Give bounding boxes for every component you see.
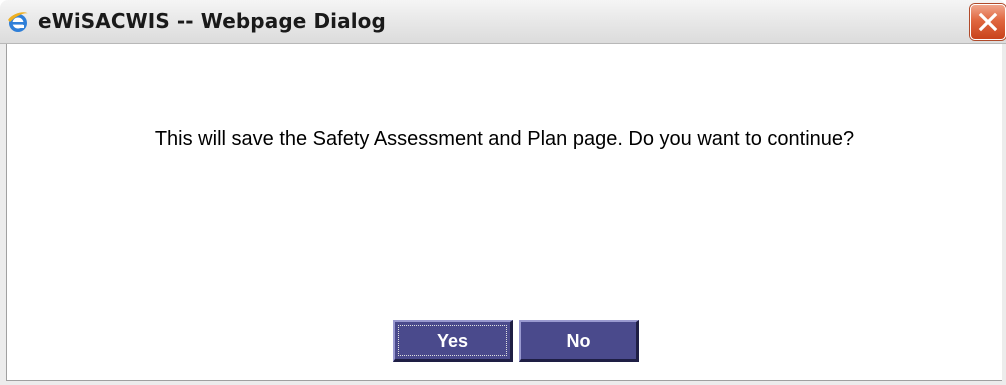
yes-button-label: Yes	[436, 330, 469, 351]
ie-icon	[6, 10, 30, 34]
window-title: eWiSACWIS -- Webpage Dialog	[38, 9, 386, 33]
close-button[interactable]	[970, 4, 1006, 40]
close-icon	[978, 12, 998, 32]
confirmation-message: This will save the Safety Assessment and…	[154, 128, 855, 150]
title-bar[interactable]: eWiSACWIS -- Webpage Dialog	[0, 0, 1006, 44]
yes-button[interactable]: Yes	[393, 320, 513, 362]
dialog-content: This will save the Safety Assessment and…	[6, 44, 1002, 381]
no-button-label: No	[566, 330, 591, 351]
no-button[interactable]: No	[519, 320, 639, 362]
dialog-window: eWiSACWIS -- Webpage Dialog This will sa…	[0, 0, 1006, 385]
dialog-body: This will save the Safety Assessment and…	[0, 44, 1006, 385]
